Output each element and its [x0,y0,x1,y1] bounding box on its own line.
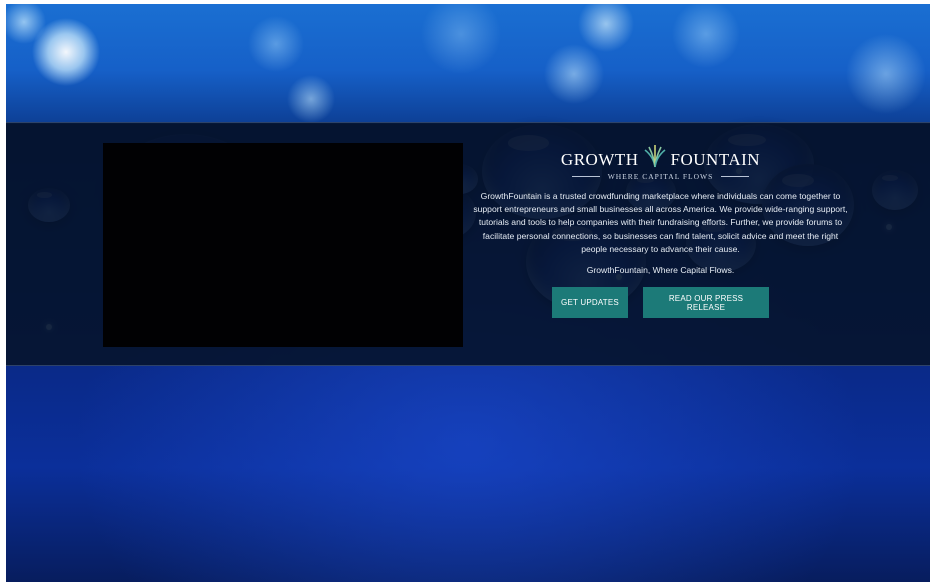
page-stage: GROWTH FOUNTAIN WHERE CAPITAL FLOWS Grow… [6,4,930,582]
get-updates-button[interactable]: GET UPDATES [552,287,628,319]
logo-wordmark: GROWTH FOUNTAIN [561,144,760,168]
bokeh-background [6,4,930,124]
motto-text: GrowthFountain, Where Capital Flows. [586,265,735,276]
about-panel: GROWTH FOUNTAIN WHERE CAPITAL FLOWS Grow… [473,138,848,319]
logo-word-growth: GROWTH [560,150,639,169]
fountain-icon [644,145,666,168]
tagline-rule-right [721,176,750,177]
press-release-button[interactable]: READ OUR PRESS RELEASE [643,287,769,319]
tagline-rule-left [571,176,600,177]
video-player[interactable] [103,143,463,347]
action-buttons: GET UPDATES READ OUR PRESS RELEASE [473,287,848,319]
growthfountain-logo[interactable]: GROWTH FOUNTAIN WHERE CAPITAL FLOWS [473,138,848,181]
logo-tagline: WHERE CAPITAL FLOWS [571,172,750,181]
about-description: GrowthFountain is a trusted crowdfunding… [473,191,848,254]
logo-word-fountain: FOUNTAIN [670,150,761,169]
tagline-text: WHERE CAPITAL FLOWS [607,172,714,181]
